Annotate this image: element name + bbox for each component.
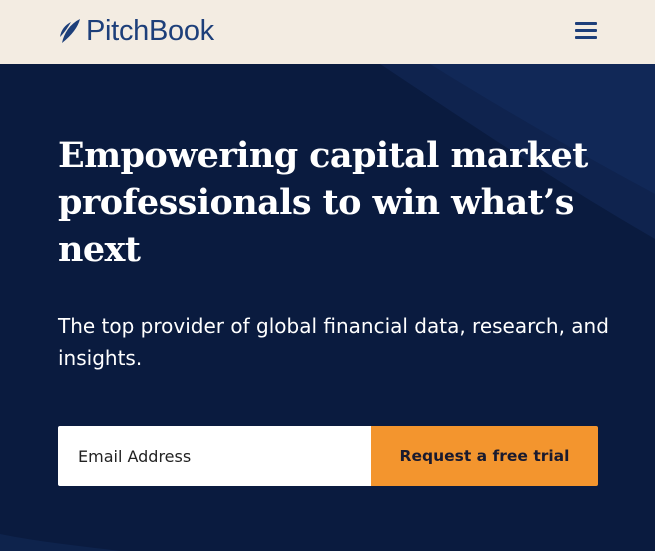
hamburger-menu-icon[interactable]: [572, 18, 600, 44]
hero-headline: Empowering capital market professionals …: [58, 135, 588, 270]
menu-bar: [575, 22, 597, 25]
email-address-input[interactable]: [58, 426, 371, 486]
menu-bar: [575, 36, 597, 39]
logo-wordmark: PitchBook: [86, 15, 214, 47]
request-free-trial-button[interactable]: Request a free trial: [371, 426, 598, 486]
hero-section: Empowering capital market professionals …: [0, 64, 655, 551]
pitchbook-logo[interactable]: PitchBook: [58, 14, 214, 48]
trial-signup-form: Request a free trial: [58, 426, 598, 486]
menu-bar: [575, 29, 597, 32]
pitchbook-leaf-icon: [60, 19, 80, 43]
site-header: PitchBook: [0, 0, 655, 64]
hero-subheadline: The top provider of global financial dat…: [58, 314, 609, 370]
page: PitchBook Empowering capital market prof…: [0, 0, 655, 551]
